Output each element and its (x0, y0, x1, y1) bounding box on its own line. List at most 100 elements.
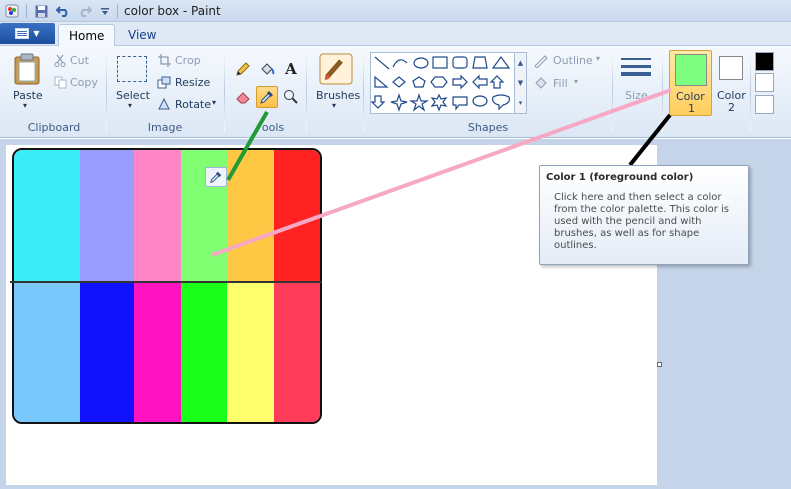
shapes-gallery-icons (370, 55, 511, 112)
palette-color-empty[interactable] (755, 95, 774, 114)
color-box-cell (14, 282, 80, 422)
redo-icon[interactable] (77, 3, 93, 19)
pencil-icon (236, 62, 250, 76)
brushes-icon[interactable] (318, 52, 354, 86)
color-box-cell (227, 150, 274, 282)
color-box-cell (80, 150, 134, 282)
rounded-callout-shape-icon (452, 96, 468, 111)
group-separator (612, 52, 613, 132)
customize-icon[interactable] (97, 3, 113, 19)
select-chevron-icon[interactable]: ▾ (128, 101, 132, 110)
scroll-up-icon[interactable]: ▲ (518, 59, 523, 67)
cut-icon (53, 53, 67, 67)
shapes-gallery (370, 52, 515, 114)
copy-icon (53, 75, 67, 89)
window-title: color box - Paint (124, 4, 221, 18)
eyedropper-cursor (205, 167, 227, 187)
color-picker-tool[interactable] (256, 86, 278, 108)
line-shape-icon (374, 56, 390, 70)
left-arrow-shape-icon (472, 74, 488, 90)
fill-chevron-icon[interactable]: ▾ (574, 77, 578, 86)
right-triangle-shape-icon (374, 75, 389, 88)
group-separator (363, 52, 364, 132)
crop-button[interactable]: Crop (175, 54, 201, 67)
paste-button[interactable]: Paste (13, 89, 43, 102)
brushes-chevron-icon[interactable]: ▾ (332, 101, 336, 110)
color1-button[interactable]: Color 1 (669, 50, 712, 116)
tooltip-body: Click here and then select a color from … (554, 192, 730, 251)
color1-tooltip: Color 1 (foreground color) Click here an… (539, 165, 749, 265)
rectangle-shape-icon (432, 56, 448, 69)
magnifier-tool[interactable] (280, 86, 302, 108)
scroll-down-icon[interactable]: ▼ (518, 79, 523, 87)
rotate-chevron-icon[interactable]: ▾ (212, 98, 216, 107)
hexagon-shape-icon (430, 76, 448, 88)
curve-shape-icon (392, 59, 408, 68)
rotate-button[interactable]: Rotate (175, 98, 211, 111)
color1-number: 1 (688, 102, 695, 115)
tooltip-title: Color 1 (foreground color) (546, 172, 694, 183)
down-arrow-shape-icon (370, 95, 386, 109)
color-box-cell (181, 282, 227, 422)
palette-color-white[interactable] (755, 73, 774, 92)
shapes-group-label: Shapes (467, 121, 509, 134)
chevron-down-icon: ▼ (33, 29, 40, 38)
color-box-cell (274, 150, 320, 282)
rotate-icon (157, 96, 171, 110)
copy-button[interactable]: Copy (70, 76, 98, 89)
outline-chevron-icon[interactable]: ▾ (596, 54, 600, 63)
eyedropper-icon (210, 171, 222, 183)
eraser-tool[interactable] (232, 86, 254, 108)
clipboard-group-label: Clipboard (27, 121, 81, 134)
five-point-star-shape-icon (408, 93, 430, 112)
paint-bucket-icon (261, 63, 275, 75)
resize-icon (157, 75, 171, 89)
diamond-shape-icon (392, 76, 406, 88)
save-icon[interactable] (33, 3, 49, 19)
up-arrow-shape-icon (489, 75, 505, 89)
color-box-cell (14, 150, 80, 282)
title-separator (117, 4, 118, 18)
title-bar: color box - Paint (0, 0, 791, 22)
shapes-scrollbar[interactable]: ▲ ▼ ▾ (515, 52, 527, 114)
size-button[interactable]: Size (625, 89, 648, 102)
fill-tool[interactable] (256, 58, 278, 80)
group-separator (662, 52, 663, 132)
canvas-resize-handle[interactable] (657, 362, 662, 367)
brushes-button[interactable]: Brushes (316, 89, 360, 102)
fill-button[interactable]: Fill (553, 77, 568, 90)
color1-swatch (675, 54, 707, 86)
group-separator (224, 52, 225, 132)
oval-shape-icon (413, 57, 429, 69)
paste-chevron-icon[interactable]: ▾ (23, 101, 27, 110)
gallery-expand-icon[interactable]: ▾ (519, 99, 523, 107)
pencil-tool[interactable] (232, 58, 254, 80)
palette-color-black[interactable] (755, 52, 774, 71)
color-box-cell (80, 282, 134, 422)
paste-icon[interactable] (12, 52, 42, 86)
right-arrow-shape-icon (452, 74, 468, 90)
paint-app-icon[interactable] (4, 3, 20, 19)
oval-callout-shape-icon (472, 95, 488, 107)
tab-home[interactable]: Home (58, 24, 116, 46)
six-point-star-shape-icon (430, 93, 448, 112)
ribbon: Paste ▾ Cut Copy Clipboard Select ▾ Crop… (0, 46, 791, 138)
four-point-star-shape-icon (390, 93, 408, 112)
paint-menu-button[interactable]: ▼ (0, 23, 55, 44)
select-button[interactable]: Select (116, 89, 150, 102)
polygon-shape-icon (472, 56, 488, 69)
color-box-divider (10, 281, 322, 283)
text-tool[interactable]: A (280, 58, 302, 80)
undo-icon[interactable] (55, 3, 71, 19)
outline-button[interactable]: Outline (553, 54, 593, 67)
tab-view[interactable]: View (118, 24, 166, 46)
cloud-callout-shape-icon (492, 94, 510, 111)
size-icon[interactable] (620, 54, 652, 84)
resize-button[interactable]: Resize (175, 76, 210, 89)
select-icon[interactable] (117, 56, 147, 82)
cut-button[interactable]: Cut (70, 54, 89, 67)
color2-swatch (719, 56, 743, 80)
tools-group-label: ools (261, 121, 285, 134)
color-box-cell (134, 150, 181, 282)
color-box-cell (227, 282, 274, 422)
